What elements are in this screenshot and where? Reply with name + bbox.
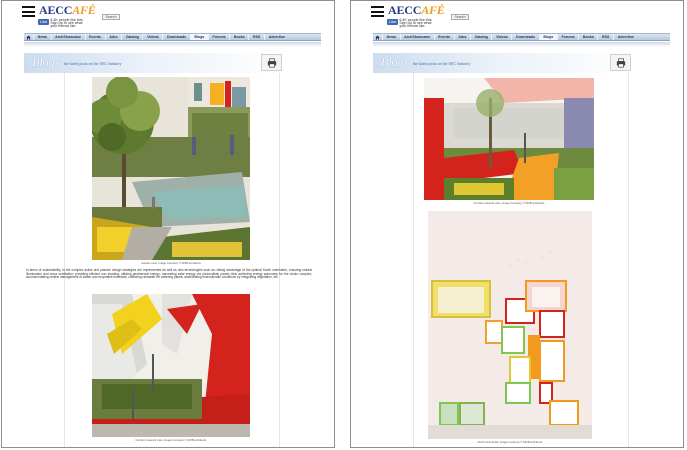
logo-accent-text: AFÉ [72, 3, 96, 17]
nav-item-forums[interactable]: Forums [556, 34, 578, 40]
nav-item-jobs[interactable]: Jobs [453, 34, 471, 40]
nav-item-news[interactable]: News [33, 34, 51, 40]
home-icon[interactable] [373, 34, 382, 41]
nav-item-news[interactable]: News [382, 34, 400, 40]
banner-subtitle: the latest posts on the AEC Industry [413, 61, 471, 66]
facebook-like-widget: Like 6.4K people like this. Sign Up to se… [38, 18, 90, 28]
nav-item-videos[interactable]: Videos [491, 34, 511, 40]
nav-item-archshowcase[interactable]: ArchShowcase [399, 34, 434, 40]
facebook-like-button[interactable]: Like [38, 19, 50, 25]
image-caption: Corridor network view, Image Courtesy © … [135, 438, 207, 442]
nav-item-downloads[interactable]: Downloads [162, 34, 189, 40]
nav-item-videos[interactable]: Videos [142, 34, 162, 40]
nav-item-advertise[interactable]: Advertise [613, 34, 638, 40]
article-page-left: AECCAFÉ Search Like 6.4K people like this… [1, 0, 335, 448]
logo-accent-text: AFÉ [421, 3, 445, 17]
nav-item-blogs[interactable]: Blogs [538, 34, 557, 40]
banner-title: Blogs [381, 55, 409, 69]
site-header: AECCAFÉ Search Like 6.4K people like this… [2, 1, 334, 33]
nav-item-rss[interactable]: RSS [248, 34, 264, 40]
facebook-like-count: 6.4K people like this. Sign Up to see wh… [399, 18, 433, 29]
nav-item-books[interactable]: Books [578, 34, 597, 40]
main-nav: News ArchShowcase Events Jobs Catalog Vi… [373, 33, 670, 41]
nav-item-blogs[interactable]: Blogs [189, 34, 208, 40]
search-button[interactable]: Search [451, 14, 469, 20]
logo-text: AECC [388, 3, 422, 17]
site-header: AECCAFÉ Search Like 6.4K people like this… [351, 1, 683, 33]
garden-view-image [92, 77, 250, 260]
home-icon[interactable] [24, 34, 33, 41]
nav-item-books[interactable]: Books [229, 34, 248, 40]
site-logo[interactable]: AECCAFÉ [39, 3, 96, 18]
article-page-right: AECCAFÉ Search Like 6.4K people like this… [350, 0, 684, 448]
nav-item-jobs[interactable]: Jobs [104, 34, 122, 40]
facebook-like-count: 6.4K people like this. Sign Up to see wh… [50, 18, 84, 29]
search-button[interactable]: Search [102, 14, 120, 20]
nav-item-events[interactable]: Events [84, 34, 105, 40]
banner-subtitle: the latest posts on the AEC Industry [64, 61, 122, 66]
image-caption: Garden view, Image Courtesy © MOB archit… [141, 261, 201, 265]
print-icon[interactable] [261, 54, 282, 71]
nav-item-downloads[interactable]: Downloads [511, 34, 538, 40]
menu-icon[interactable] [22, 6, 35, 17]
logo-text: AECC [39, 3, 73, 17]
nav-item-advertise[interactable]: Advertise [264, 34, 289, 40]
blogs-banner: Blogs the latest posts on the AEC Indust… [24, 53, 286, 73]
north-view-detail-image [428, 211, 592, 439]
image-caption: North view detail, Image Courtesy © MOB … [477, 440, 543, 444]
corridor-network-image [424, 78, 594, 200]
corridor-view-image [92, 294, 250, 437]
image-caption: Corridor network view, Image Courtesy © … [473, 201, 545, 205]
nav-shadow [24, 42, 321, 47]
nav-item-archshowcase[interactable]: ArchShowcase [50, 34, 85, 40]
article-paragraph: In terms of sustainability, in the compl… [26, 268, 312, 280]
banner-title: Blogs [32, 55, 60, 69]
nav-item-rss[interactable]: RSS [597, 34, 613, 40]
nav-shadow [373, 42, 670, 47]
print-icon[interactable] [610, 54, 631, 71]
main-nav: News ArchShowcase Events Jobs Catalog Vi… [24, 33, 321, 41]
facebook-like-button[interactable]: Like [387, 19, 399, 25]
nav-item-catalog[interactable]: Catalog [121, 34, 142, 40]
site-logo[interactable]: AECCAFÉ [388, 3, 445, 18]
blogs-banner: Blogs the latest posts on the AEC Indust… [373, 53, 635, 73]
menu-icon[interactable] [371, 6, 384, 17]
nav-item-forums[interactable]: Forums [207, 34, 229, 40]
facebook-like-widget: Like 6.4K people like this. Sign Up to se… [387, 18, 439, 28]
nav-item-catalog[interactable]: Catalog [470, 34, 491, 40]
nav-item-events[interactable]: Events [433, 34, 454, 40]
